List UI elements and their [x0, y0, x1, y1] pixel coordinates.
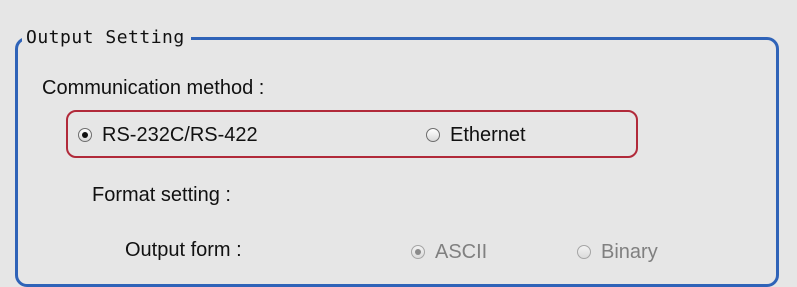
radio-selected-icon[interactable] [411, 245, 425, 259]
radio-binary-label: Binary [601, 241, 658, 263]
radio-ethernet[interactable]: Ethernet [426, 123, 526, 147]
format-setting-label: Format setting : [92, 184, 231, 206]
communication-method-label: Communication method : [42, 77, 265, 99]
radio-selected-icon[interactable] [78, 128, 92, 142]
radio-rs232c-rs422[interactable]: RS-232C/RS-422 [78, 123, 258, 147]
radio-ethernet-label: Ethernet [450, 124, 526, 146]
radio-unselected-icon[interactable] [577, 245, 591, 259]
radio-unselected-icon[interactable] [426, 128, 440, 142]
radio-binary[interactable]: Binary [577, 240, 658, 264]
radio-ascii-label: ASCII [435, 241, 488, 263]
radio-rs232c-rs422-label: RS-232C/RS-422 [102, 124, 258, 146]
output-form-label: Output form : [125, 239, 242, 261]
radio-ascii[interactable]: ASCII [411, 240, 487, 264]
output-setting-title: Output Setting [22, 27, 191, 49]
